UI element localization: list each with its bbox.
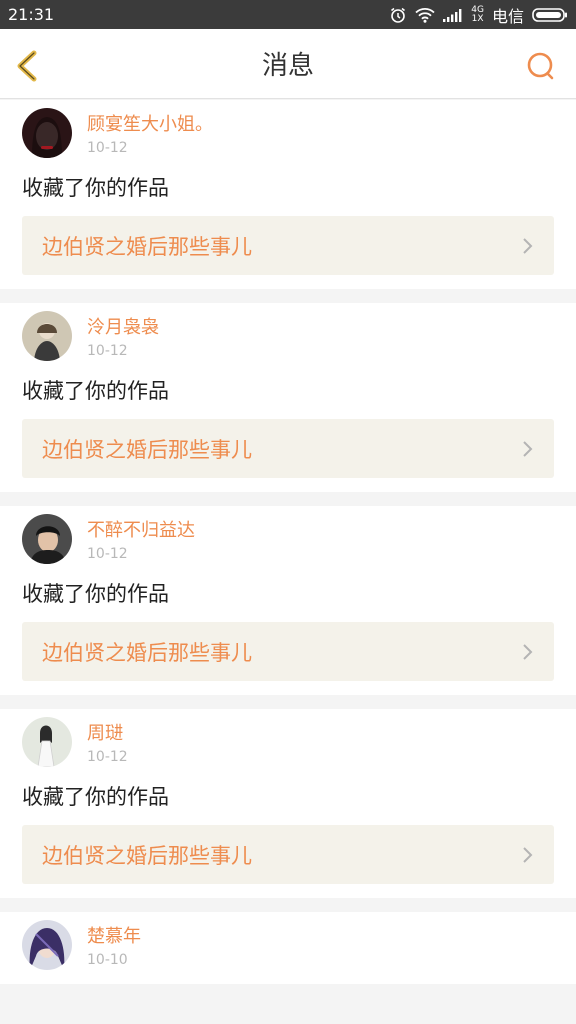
work-link[interactable]: 边伯贤之婚后那些事儿 (22, 622, 554, 681)
message-date: 10-12 (87, 140, 128, 156)
network-type-bottom: 1X (471, 13, 484, 24)
message-meta: 泠月袅袅 10-12 (87, 311, 159, 359)
username[interactable]: 不醉不归益达 (87, 520, 195, 542)
message-action: 收藏了你的作品 (22, 582, 169, 606)
back-chevron-icon[interactable] (12, 49, 44, 83)
message-header: 周琎 10-12 (22, 717, 554, 767)
avatar[interactable] (22, 920, 72, 970)
status-bar: 21:31 4G 1X 电信 (0, 0, 576, 29)
message-card: 周琎 10-12 收藏了你的作品 边伯贤之婚后那些事儿 (0, 709, 576, 898)
message-card: 不醉不归益达 10-12 收藏了你的作品 边伯贤之婚后那些事儿 (0, 506, 576, 695)
message-card: 楚慕年 10-10 (0, 912, 576, 984)
avatar[interactable] (22, 514, 72, 564)
username[interactable]: 泠月袅袅 (87, 317, 159, 339)
work-title: 边伯贤之婚后那些事儿 (42, 843, 252, 868)
alarm-icon (389, 6, 407, 24)
message-date: 10-10 (87, 952, 128, 968)
message-date: 10-12 (87, 546, 128, 562)
signal-icon (443, 8, 463, 22)
message-date: 10-12 (87, 343, 128, 359)
work-link[interactable]: 边伯贤之婚后那些事儿 (22, 216, 554, 275)
message-meta: 不醉不归益达 10-12 (87, 514, 195, 562)
message-meta: 周琎 10-12 (87, 717, 128, 765)
work-link[interactable]: 边伯贤之婚后那些事儿 (22, 419, 554, 478)
message-card: 顾宴笙大小姐。 10-12 收藏了你的作品 边伯贤之婚后那些事儿 (0, 100, 576, 289)
message-meta: 楚慕年 10-10 (87, 920, 141, 968)
message-action: 收藏了你的作品 (22, 785, 169, 809)
chevron-right-icon (523, 846, 533, 863)
username[interactable]: 周琎 (87, 723, 128, 745)
message-date: 10-12 (87, 749, 128, 765)
battery-icon (532, 7, 568, 23)
avatar[interactable] (22, 717, 72, 767)
message-list: 顾宴笙大小姐。 10-12 收藏了你的作品 边伯贤之婚后那些事儿 泠月袅袅 10… (0, 100, 576, 1024)
network-type: 4G 1X (471, 5, 484, 24)
status-time: 21:31 (8, 5, 55, 24)
search-icon[interactable] (526, 51, 556, 81)
status-icons: 4G 1X 电信 (389, 3, 568, 27)
chevron-right-icon (523, 440, 533, 457)
avatar[interactable] (22, 311, 72, 361)
page-title: 消息 (261, 51, 314, 81)
message-header: 泠月袅袅 10-12 (22, 311, 554, 361)
message-action: 收藏了你的作品 (22, 379, 169, 403)
message-header: 楚慕年 10-10 (22, 920, 554, 970)
work-title: 边伯贤之婚后那些事儿 (42, 640, 252, 665)
message-action: 收藏了你的作品 (22, 176, 169, 200)
message-card: 泠月袅袅 10-12 收藏了你的作品 边伯贤之婚后那些事儿 (0, 303, 576, 492)
work-title: 边伯贤之婚后那些事儿 (42, 234, 252, 259)
wifi-icon (415, 7, 435, 23)
work-title: 边伯贤之婚后那些事儿 (42, 437, 252, 462)
username[interactable]: 顾宴笙大小姐。 (87, 114, 213, 136)
chevron-right-icon (523, 643, 533, 660)
work-link[interactable]: 边伯贤之婚后那些事儿 (22, 825, 554, 884)
avatar[interactable] (22, 108, 72, 158)
message-header: 顾宴笙大小姐。 10-12 (22, 108, 554, 158)
chevron-right-icon (523, 237, 533, 254)
message-header: 不醉不归益达 10-12 (22, 514, 554, 564)
carrier-label: 电信 (491, 6, 524, 26)
nav-bar: 消息 (0, 29, 576, 99)
message-meta: 顾宴笙大小姐。 10-12 (87, 108, 213, 156)
username[interactable]: 楚慕年 (87, 926, 141, 948)
